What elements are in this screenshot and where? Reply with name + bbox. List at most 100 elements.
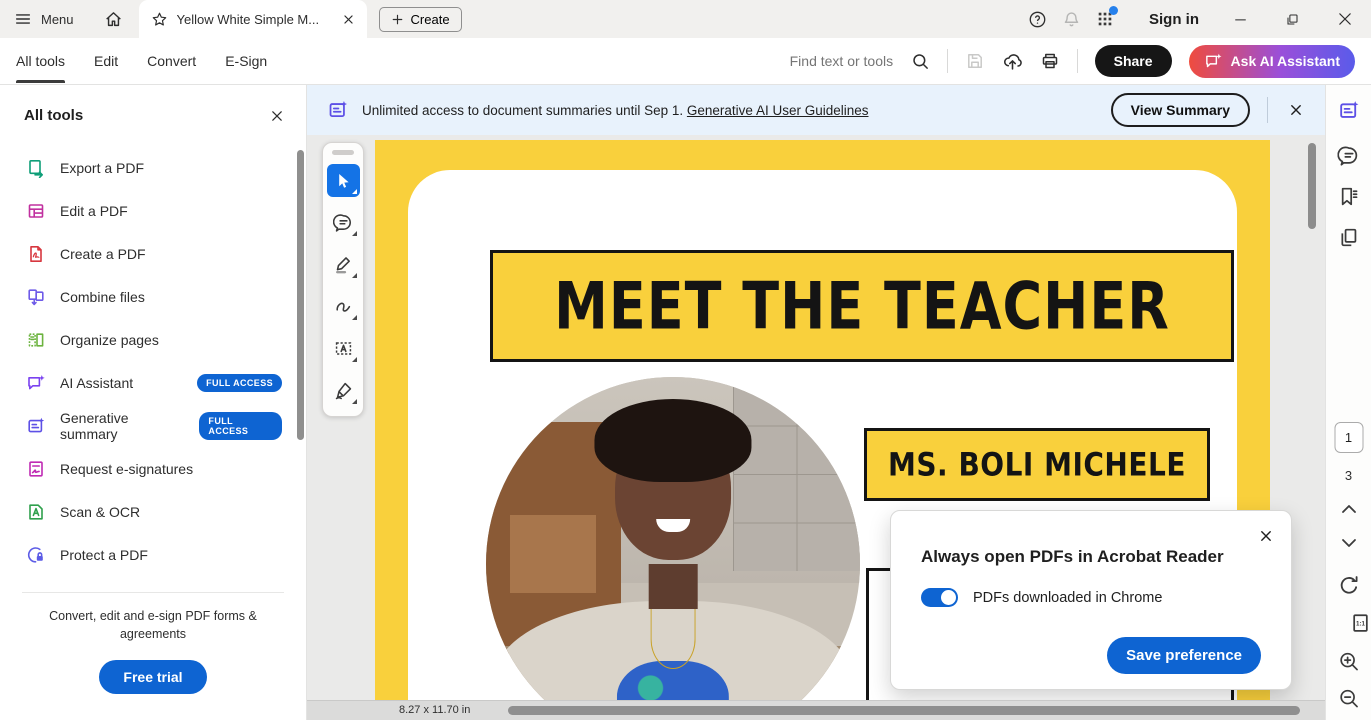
page-thumbnails-panel-button[interactable] [1337, 226, 1360, 249]
sidebar-item-export-pdf[interactable]: Export a PDF [0, 146, 306, 189]
highlight-tool-button[interactable] [327, 248, 360, 281]
tab-all-tools[interactable]: All tools [16, 40, 66, 83]
sidebar-item-label: Create a PDF [60, 245, 146, 262]
fill-sign-tool-button[interactable] [327, 374, 360, 407]
scan-ocr-icon [26, 502, 46, 522]
draw-tool-button[interactable] [327, 290, 360, 323]
search-input[interactable] [789, 53, 902, 69]
search-icon[interactable] [911, 52, 930, 71]
titlebar: Menu Yellow White Simple M... Create Sig… [0, 0, 1371, 38]
sidebar-item-generative-summary[interactable]: Generative summary FULL ACCESS [0, 404, 306, 447]
sidebar-divider [22, 592, 284, 593]
acrobat-reader-popup: Always open PDFs in Acrobat Reader PDFs … [890, 510, 1292, 690]
main-toolbar: All tools Edit Convert E-Sign Share Ask … [0, 38, 1371, 85]
view-summary-button[interactable]: View Summary [1110, 93, 1250, 127]
home-button[interactable] [104, 10, 123, 29]
photo-person-hair [594, 399, 752, 482]
restore-button[interactable] [1285, 12, 1300, 27]
acrobat-window: Menu Yellow White Simple M... Create Sig… [0, 0, 1371, 720]
sign-in-button[interactable]: Sign in [1149, 11, 1199, 28]
full-access-badge: FULL ACCESS [199, 411, 282, 440]
banner-close-icon[interactable] [1285, 99, 1307, 121]
photo-person-neck [648, 564, 698, 609]
zoom-in-button[interactable] [1337, 650, 1360, 673]
sidebar-item-ai-assistant[interactable]: AI Assistant FULL ACCESS [0, 361, 306, 404]
select-tool-button[interactable] [326, 164, 360, 197]
sidebar-item-create-pdf[interactable]: Create a PDF [0, 232, 306, 275]
generative-summary-icon [26, 416, 46, 436]
panel-title: All tools [24, 107, 84, 124]
flyout-indicator [351, 399, 357, 404]
tab-close-icon[interactable] [342, 13, 355, 26]
teacher-photo [486, 377, 860, 700]
photo-person-necklace [650, 608, 696, 669]
sidebar-item-label: Protect a PDF [60, 546, 148, 563]
generative-summary-panel-button[interactable] [1337, 99, 1360, 122]
toolbar-divider [1076, 49, 1078, 73]
toggle-label: PDFs downloaded in Chrome [973, 589, 1163, 606]
pdfs-in-chrome-toggle[interactable] [921, 588, 958, 607]
ai-assistant-icon [26, 373, 46, 393]
print-icon[interactable] [1040, 51, 1060, 71]
tab-edit[interactable]: Edit [94, 40, 118, 83]
app-launcher-grid-icon[interactable] [1096, 6, 1118, 28]
next-page-button[interactable] [1341, 537, 1357, 549]
sidebar-item-label: Request e-signatures [60, 460, 194, 477]
right-rail: 3 1:1 [1325, 85, 1371, 720]
toggle-row: PDFs downloaded in Chrome [921, 588, 1261, 607]
full-access-badge: FULL ACCESS [197, 373, 282, 392]
save-preference-button[interactable]: Save preference [1107, 637, 1261, 674]
ask-ai-label: Ask AI Assistant [1230, 53, 1340, 69]
upload-cloud-icon[interactable] [1002, 51, 1023, 72]
previous-page-button[interactable] [1341, 503, 1357, 515]
pencil-icon [333, 254, 354, 275]
sidebar-item-protect-pdf[interactable]: Protect a PDF [0, 533, 306, 576]
vertical-scrollbar[interactable] [1308, 143, 1316, 229]
sidebar-item-edit-pdf[interactable]: Edit a PDF [0, 189, 306, 232]
teacher-name: MS. BOLI MICHELE [888, 445, 1186, 484]
comment-tool-button[interactable] [327, 206, 360, 239]
tools-list: Export a PDF Edit a PDF Create a PDF Com… [0, 146, 306, 576]
free-trial-button[interactable]: Free trial [99, 660, 207, 694]
close-window-button[interactable] [1337, 11, 1353, 27]
create-pdf-icon [26, 244, 46, 264]
star-icon[interactable] [151, 11, 168, 28]
sidebar-item-organize-pages[interactable]: Organize pages [0, 318, 306, 361]
rotate-page-button[interactable] [1337, 574, 1360, 597]
create-button[interactable]: Create [378, 6, 462, 32]
zoom-out-button[interactable] [1337, 687, 1360, 710]
guidelines-link[interactable]: Generative AI User Guidelines [687, 103, 869, 118]
document-tab[interactable]: Yellow White Simple M... [138, 0, 367, 38]
toolbar-tabs: All tools Edit Convert E-Sign [16, 40, 267, 83]
sidebar-item-request-esignatures[interactable]: Request e-signatures [0, 447, 306, 490]
notifications-bell-icon[interactable] [1062, 10, 1081, 29]
tab-esign[interactable]: E-Sign [225, 40, 267, 83]
summary-banner: Unlimited access to document summaries u… [307, 85, 1325, 135]
sidebar-item-combine-files[interactable]: Combine files [0, 275, 306, 318]
toolbar-drag-handle[interactable] [332, 150, 354, 155]
comments-panel-button[interactable] [1337, 144, 1360, 167]
sidebar-item-scan-ocr[interactable]: Scan & OCR [0, 490, 306, 533]
share-button[interactable]: Share [1094, 45, 1172, 77]
tab-convert[interactable]: Convert [147, 40, 196, 83]
popup-close-icon[interactable] [1259, 529, 1273, 543]
panel-close-icon[interactable] [270, 109, 284, 123]
sidebar-item-label: Scan & OCR [60, 503, 141, 520]
menu-button[interactable]: Menu [14, 10, 74, 28]
save-icon[interactable] [965, 51, 985, 71]
current-page-input[interactable] [1334, 422, 1363, 453]
sidebar-scrollbar[interactable] [297, 150, 304, 440]
upsell-text: Convert, edit and e-sign PDF forms & agr… [49, 609, 257, 641]
add-text-tool-button[interactable] [327, 332, 360, 365]
toolbar-right: Share Ask AI Assistant [789, 44, 1355, 78]
banner-divider [1267, 97, 1268, 123]
bookmarks-panel-button[interactable] [1337, 185, 1360, 208]
document-viewer: Unlimited access to document summaries u… [307, 85, 1325, 720]
minimize-button[interactable] [1233, 12, 1248, 27]
actual-size-button[interactable]: 1:1 [1349, 612, 1371, 635]
sign-pen-icon [333, 380, 354, 401]
horizontal-scrollbar[interactable] [508, 706, 1300, 715]
ask-ai-assistant-button[interactable]: Ask AI Assistant [1188, 44, 1355, 78]
find-search-field[interactable] [789, 52, 930, 71]
help-button[interactable] [1028, 10, 1047, 29]
